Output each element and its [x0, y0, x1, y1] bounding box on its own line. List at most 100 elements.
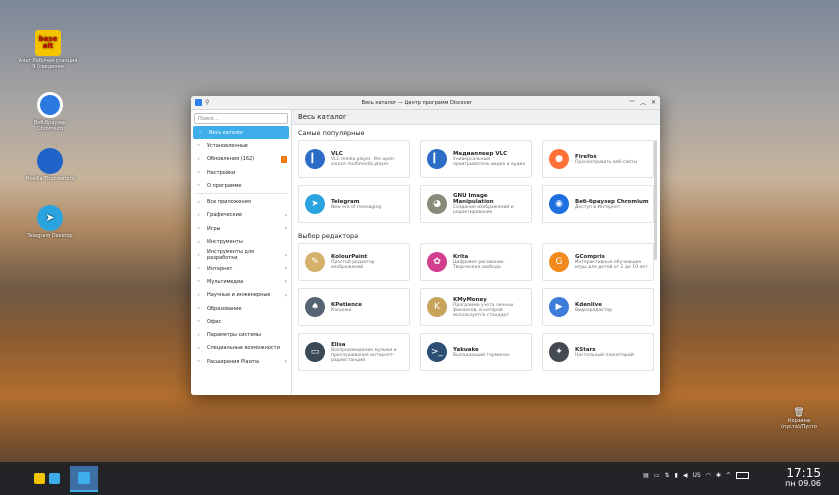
app-icon: ✦ [549, 342, 569, 362]
app-card[interactable]: ➤ Telegram New era of messaging [298, 185, 410, 223]
window-title: Весь каталог — Центр программ Discover [361, 99, 472, 106]
thunderbird-icon [37, 148, 63, 174]
app-description: Настольный планетарий [575, 352, 634, 358]
app-card[interactable]: ● Firefox Просматривать веб-сайты [542, 140, 654, 178]
discover-taskbar-icon[interactable] [49, 473, 60, 484]
sidebar-item-plasma-extensions[interactable]: ◦ Расширения Plasma › [191, 355, 291, 368]
desktop-icon-thunderbird[interactable]: Mozilla Thunderbird [20, 148, 80, 182]
sidebar-item-dev-tools[interactable]: ◦ Инструменты для разработки › [191, 249, 291, 262]
sidebar-item-home[interactable]: ◦ Весь каталог [193, 126, 289, 140]
window-titlebar[interactable]: ⚲ Весь каталог — Центр программ Discover… [191, 96, 660, 110]
app-card[interactable]: >_ Yakuake Выпадающий терминал [420, 333, 532, 371]
updates-badge: ! [281, 155, 287, 163]
sidebar-item-label: Графические [207, 212, 242, 219]
app-icon: ✿ [427, 252, 447, 272]
app-icon: K [427, 297, 447, 317]
app-launcher-icon[interactable] [34, 473, 45, 484]
sidebar-item-games[interactable]: ◦ Игры › [191, 222, 291, 235]
sidebar-item-system-settings[interactable]: ◦ Параметры системы [191, 328, 291, 341]
section-title-editors-choice: Выбор редактора [298, 232, 359, 240]
search-input[interactable]: Поиск… [194, 113, 288, 124]
sidebar-item-multimedia[interactable]: ◦ Мультимедиа › [191, 275, 291, 288]
sidebar-item-tools[interactable]: ◦ Инструменты [191, 235, 291, 248]
sidebar-item-label: Обновления (162) [207, 156, 255, 163]
scrollbar[interactable] [654, 140, 657, 260]
system-settings-icon: ◦ [196, 331, 201, 339]
sidebar-item-office[interactable]: ◦ Офис [191, 315, 291, 328]
sidebar-item-graphics[interactable]: ◦ Графические › [191, 209, 291, 222]
app-card[interactable]: ▶ Kdenlive Видеоредактор [542, 288, 654, 326]
sidebar-item-accessibility[interactable]: ◦ Специальные возможности [191, 342, 291, 355]
app-card[interactable]: ✿ Krita Цифровое рисование. Творческая сво… [420, 243, 532, 281]
chevron-right-icon: › [284, 211, 287, 219]
clock-date: пн 09.06 [785, 479, 821, 488]
app-card[interactable]: ✎ KolourPaint Простой редактор изображений [298, 243, 410, 281]
app-card[interactable]: ◕ GNU Image Manipulation Создание изображе… [420, 185, 532, 223]
battery-icon[interactable]: ▮ [675, 472, 678, 479]
sidebar-item-label: Научные и инженерные [207, 292, 271, 299]
desktop-icon-alt-workstation[interactable]: base alt Альт Рабочая станция 9 (сведени… [18, 30, 78, 70]
close-button[interactable]: ✕ [651, 99, 656, 106]
sidebar-item-installed[interactable]: ◦ Установленные [191, 139, 291, 152]
popular-apps-grid: ▎ VLC VLC media player, the open-source mu… [292, 140, 660, 223]
sidebar-item-label: Инструменты [207, 239, 243, 246]
sidebar-item-label: Расширения Plasma [207, 358, 260, 365]
installed-icon: ◦ [196, 142, 201, 150]
sidebar-separator [195, 193, 287, 195]
sidebar-item-settings[interactable]: ◦ Настройки [191, 166, 291, 179]
arrow-up-icon[interactable]: ^ [726, 472, 731, 479]
app-card[interactable]: ♠ KPatience Косынка [298, 288, 410, 326]
desktop-icon-trash[interactable]: 🗑 Корзина (пуста)/Пусто [779, 408, 819, 430]
education-icon: ◦ [196, 305, 201, 312]
wifi-icon[interactable]: ◠ [706, 472, 711, 479]
app-icon: ▎ [305, 149, 325, 169]
clipboard-icon[interactable]: ▤ [643, 472, 649, 479]
accessibility-icon: ◦ [196, 344, 201, 352]
sidebar-item-all-apps[interactable]: ◦ Все приложения [191, 195, 291, 208]
home-icon: ◦ [198, 129, 203, 137]
clock-time: 17:15 [786, 466, 821, 480]
sidebar-item-internet[interactable]: ◦ Интернет › [191, 262, 291, 275]
plasma-extensions-icon: ◦ [196, 358, 201, 366]
app-card[interactable]: ◉ Веб-браузер Chromium Доступ в Интернет [542, 185, 654, 223]
app-description: Интерактивные обучающие игры для детей о… [575, 260, 648, 270]
network-icon[interactable]: ⇅ [665, 472, 670, 479]
app-card[interactable]: ▎ VLC VLC media player, the open-source mu… [298, 140, 410, 178]
sidebar-item-science[interactable]: ◦ Научные и инженерные › [191, 289, 291, 302]
app-card[interactable]: ✦ KStars Настольный планетарий [542, 333, 654, 371]
desktop-icon-label: Telegram Desktop [27, 233, 73, 239]
page-title: Весь каталог [292, 110, 660, 125]
app-description: Просматривать веб-сайты [575, 159, 638, 165]
desktop-icon-telegram[interactable]: ➤ Telegram Desktop [20, 205, 80, 239]
keyboard-layout[interactable]: US [692, 472, 700, 479]
app-text: Kdenlive Видеоредактор [575, 302, 612, 313]
display-icon[interactable]: ▭ [654, 472, 660, 479]
minimize-button[interactable]: ﹀ [629, 98, 635, 107]
chevron-right-icon: › [284, 278, 287, 286]
sidebar-item-label: Мультимедиа [207, 278, 244, 285]
app-name: GNU Image Manipulation [453, 193, 494, 205]
app-card[interactable]: ▭ Elisa Воспроизведение музыки и прослушив… [298, 333, 410, 371]
sidebar-item-updates[interactable]: ◦ Обновления (162)! [191, 153, 291, 166]
taskbar-task-discover[interactable] [70, 465, 98, 492]
clock[interactable]: 17:15 пн 09.06 [785, 467, 821, 488]
notifications-icon[interactable] [736, 472, 749, 479]
app-card[interactable]: K KMyMoney Программа учета личных финансов… [420, 288, 532, 326]
sidebar-item-education[interactable]: ◦ Образование [191, 302, 291, 315]
app-description: VLC media player, the open-source multim… [331, 157, 396, 167]
sidebar-item-label: Интернет [207, 265, 233, 272]
app-text: KMyMoney Программа учета личных финансов,… [453, 297, 528, 318]
volume-icon[interactable]: ◀ [683, 472, 688, 479]
app-card[interactable]: G GCompris Интерактивные обучающие игры дл… [542, 243, 654, 281]
desktop-icon-chromium[interactable]: Веб-браузер Chromium [20, 92, 80, 132]
app-text: VLC VLC media player, the open-source mul… [331, 151, 406, 167]
sidebar-item-label: О программе [207, 182, 242, 189]
app-text: KolourPaint Простой редактор изображений [331, 254, 406, 270]
app-text: Elisa Воспроизведение музыки и прослушива… [331, 342, 406, 363]
office-icon: ◦ [196, 318, 201, 326]
maximize-button[interactable]: ︿ [640, 98, 646, 107]
sidebar-item-about[interactable]: ◦ О программе [191, 179, 291, 192]
app-icon: G [549, 252, 569, 272]
app-card[interactable]: ▎ Медиаплеер VLC Универсальный проигрывате… [420, 140, 532, 178]
bluetooth-icon[interactable]: ✱ [716, 472, 721, 479]
